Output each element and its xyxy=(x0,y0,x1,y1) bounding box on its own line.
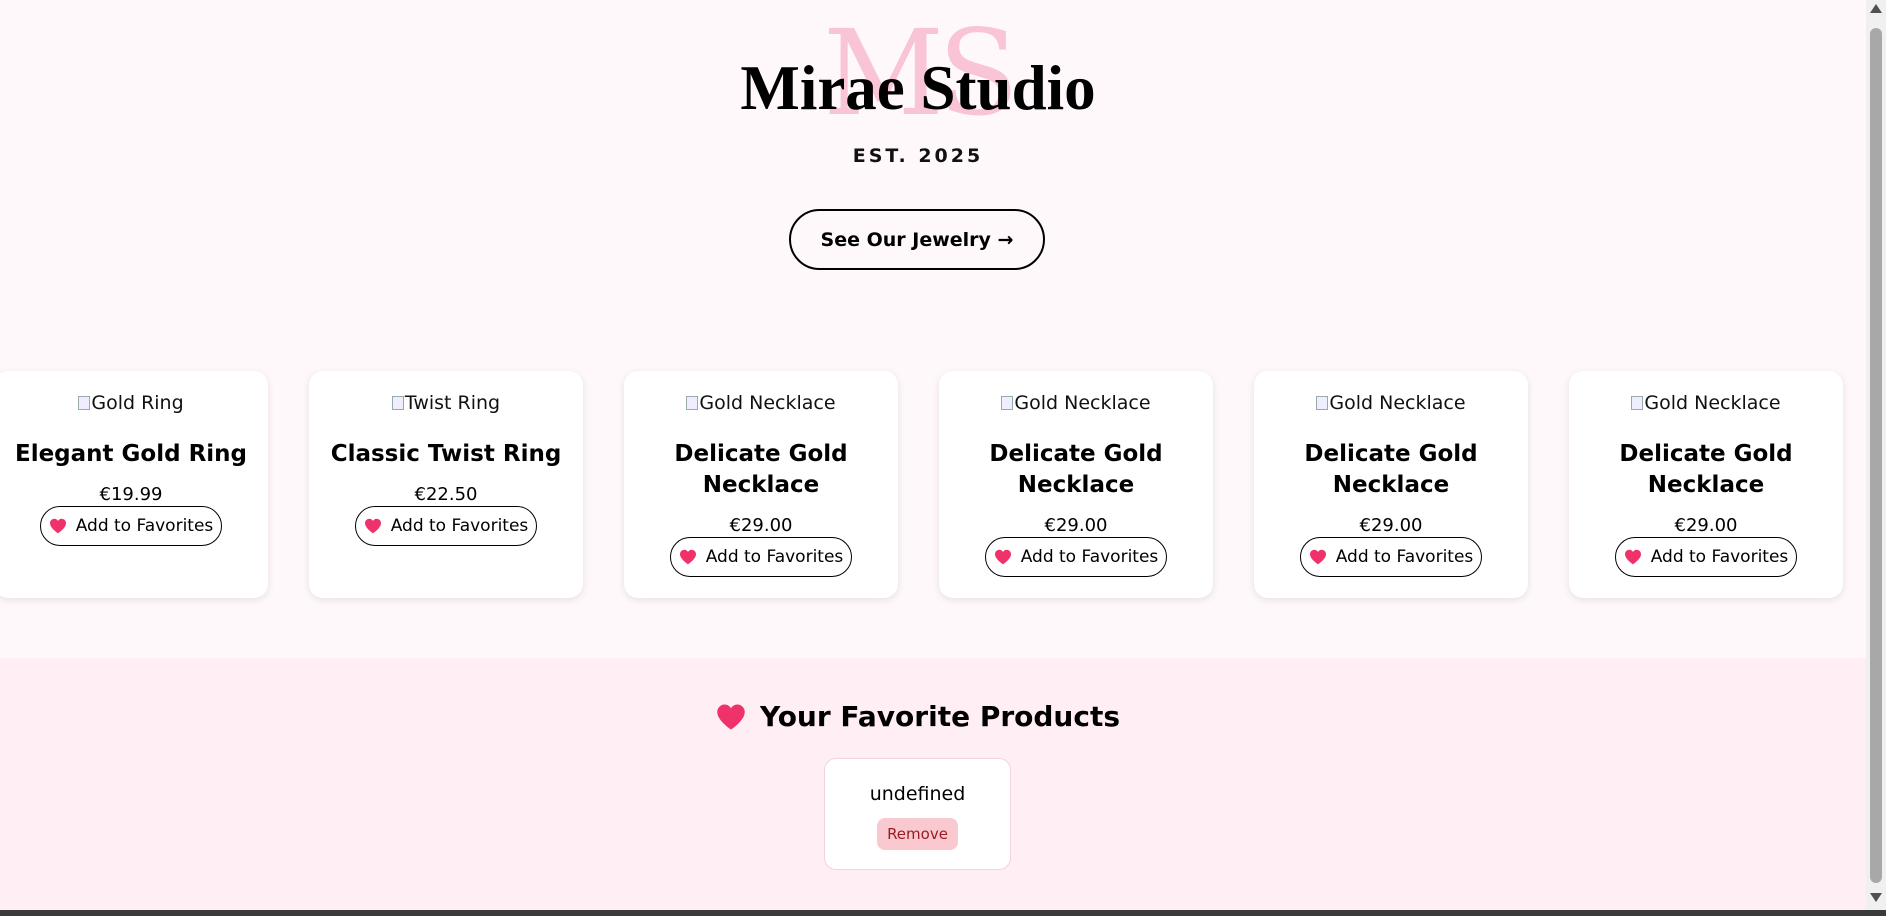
product-card: Twist Ring Classic Twist Ring €22.50 Add… xyxy=(309,371,583,598)
heart-icon xyxy=(679,549,696,565)
broken-image-icon xyxy=(1001,396,1014,410)
favorites-title: Your Favorite Products xyxy=(759,700,1121,733)
product-image-alt: Gold Necklace xyxy=(699,392,836,414)
product-name: Elegant Gold Ring xyxy=(14,441,248,467)
product-image: Gold Necklace xyxy=(1254,392,1528,414)
add-to-favorites-button[interactable]: Add to Favorites xyxy=(40,506,222,546)
product-price: €19.99 xyxy=(99,484,163,505)
product-name: Delicate Gold Necklace xyxy=(1304,441,1478,498)
product-card: Gold Ring Elegant Gold Ring €19.99 Add t… xyxy=(0,371,268,598)
broken-image-icon xyxy=(1631,396,1644,410)
favorite-item-name: undefined xyxy=(869,783,966,805)
favorites-section: Your Favorite Products undefined Remove xyxy=(0,658,1866,910)
page-viewport: MS Mirae Studio EST. 2025 See Our Jewelr… xyxy=(0,0,1866,910)
broken-image-icon xyxy=(78,396,91,410)
add-to-favorites-label: Add to Favorites xyxy=(1650,547,1789,567)
product-name: Delicate Gold Necklace xyxy=(1619,441,1793,498)
product-image-alt: Gold Ring xyxy=(91,392,184,414)
see-jewelry-button[interactable]: See Our Jewelry → xyxy=(789,209,1045,270)
add-to-favorites-label: Add to Favorites xyxy=(1335,547,1474,567)
heart-icon xyxy=(717,704,745,729)
window-bottom-edge xyxy=(0,910,1886,916)
broken-image-icon xyxy=(391,396,404,410)
product-image: Gold Ring xyxy=(0,392,268,414)
add-to-favorites-button[interactable]: Add to Favorites xyxy=(1300,537,1482,577)
favorites-heading: Your Favorite Products xyxy=(0,700,1836,733)
heart-icon xyxy=(364,518,381,534)
page-title: Mirae Studio xyxy=(740,53,1096,123)
product-card: Gold Necklace Delicate Gold Necklace €29… xyxy=(624,371,898,598)
product-card: Gold Necklace Delicate Gold Necklace €29… xyxy=(1569,371,1843,598)
product-image: Twist Ring xyxy=(309,392,583,414)
hero-section: MS Mirae Studio EST. 2025 See Our Jewelr… xyxy=(0,0,1866,330)
heart-icon xyxy=(49,518,66,534)
broken-image-icon xyxy=(686,396,699,410)
product-price: €29.00 xyxy=(1674,515,1738,536)
heart-icon xyxy=(1309,549,1326,565)
established-tagline: EST. 2025 xyxy=(852,145,984,167)
add-to-favorites-button[interactable]: Add to Favorites xyxy=(1615,537,1797,577)
product-card: Gold Necklace Delicate Gold Necklace €29… xyxy=(939,371,1213,598)
add-to-favorites-label: Add to Favorites xyxy=(390,516,529,536)
product-image-alt: Gold Necklace xyxy=(1329,392,1466,414)
product-name: Delicate Gold Necklace xyxy=(674,441,848,498)
heart-icon xyxy=(1624,549,1641,565)
scrollbar-thumb[interactable] xyxy=(1870,28,1882,883)
add-to-favorites-label: Add to Favorites xyxy=(705,547,844,567)
product-price: €22.50 xyxy=(414,484,478,505)
product-price: €29.00 xyxy=(1044,515,1108,536)
product-image-alt: Gold Necklace xyxy=(1644,392,1781,414)
add-to-favorites-button[interactable]: Add to Favorites xyxy=(985,537,1167,577)
add-to-favorites-button[interactable]: Add to Favorites xyxy=(670,537,852,577)
add-to-favorites-label: Add to Favorites xyxy=(1020,547,1159,567)
product-image-alt: Gold Necklace xyxy=(1014,392,1151,414)
product-name: Delicate Gold Necklace xyxy=(989,441,1163,498)
favorite-item-card: undefined Remove xyxy=(824,758,1011,870)
add-to-favorites-button[interactable]: Add to Favorites xyxy=(355,506,537,546)
product-price: €29.00 xyxy=(1359,515,1423,536)
broken-image-icon xyxy=(1316,396,1329,410)
product-card: Gold Necklace Delicate Gold Necklace €29… xyxy=(1254,371,1528,598)
product-image: Gold Necklace xyxy=(1569,392,1843,414)
heart-icon xyxy=(994,549,1011,565)
product-image-alt: Twist Ring xyxy=(404,392,501,414)
scroll-down-arrow-icon[interactable] xyxy=(1870,893,1882,902)
product-image: Gold Necklace xyxy=(624,392,898,414)
remove-favorite-button[interactable]: Remove xyxy=(877,818,958,850)
product-name: Classic Twist Ring xyxy=(330,441,562,467)
product-price: €29.00 xyxy=(729,515,793,536)
scroll-up-arrow-icon[interactable] xyxy=(1870,4,1882,13)
add-to-favorites-label: Add to Favorites xyxy=(75,516,214,536)
vertical-scrollbar[interactable] xyxy=(1866,0,1886,910)
product-image: Gold Necklace xyxy=(939,392,1213,414)
